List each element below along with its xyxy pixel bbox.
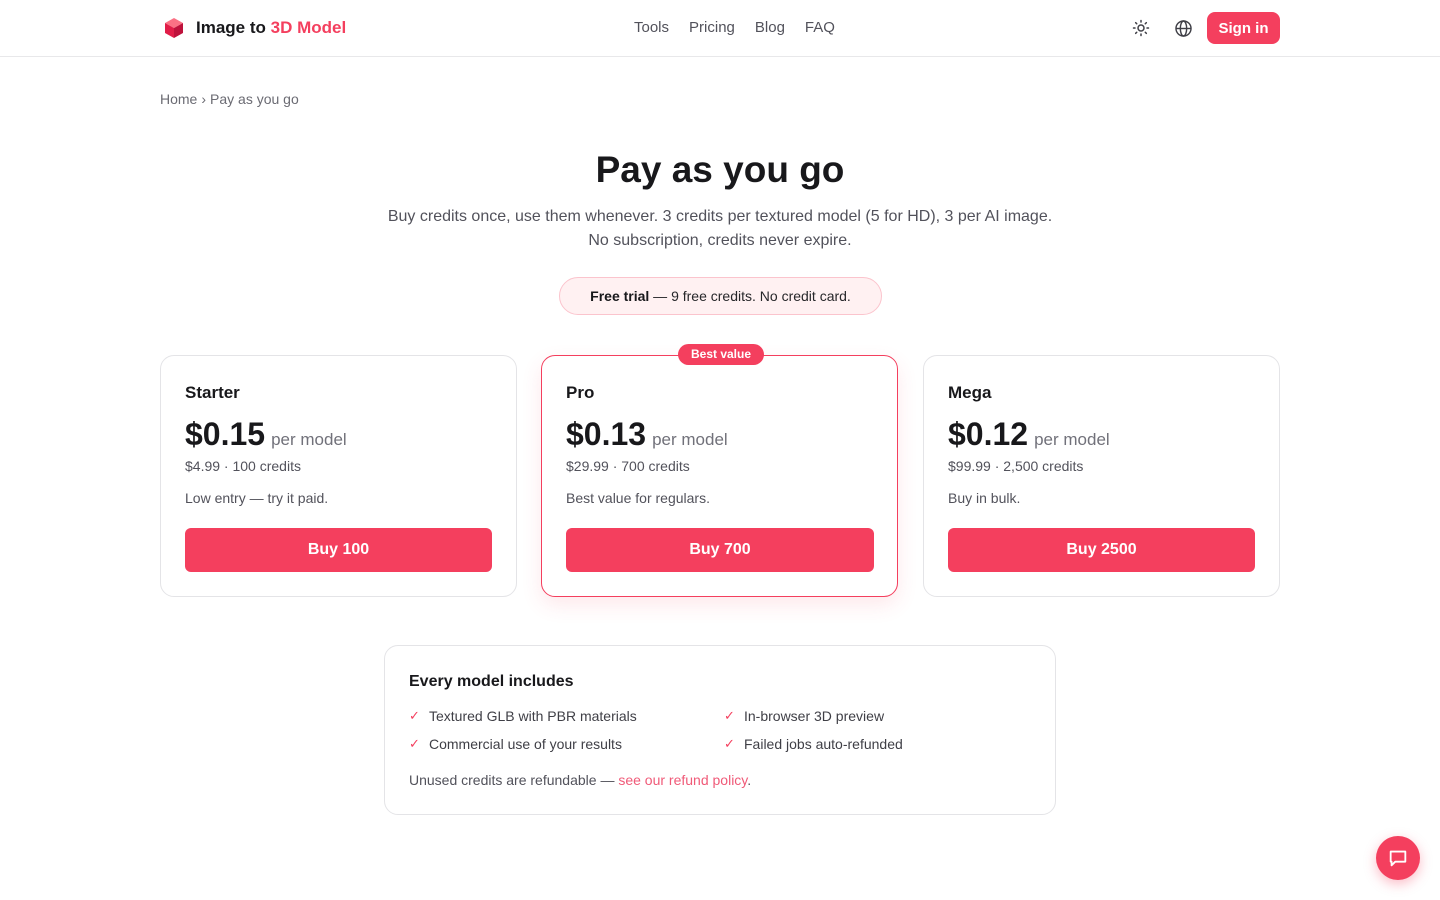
chat-bubble-icon: [1389, 850, 1407, 867]
feature-label: Commercial use of your results: [429, 736, 622, 752]
feature-item: ✓ In-browser 3D preview: [724, 707, 884, 725]
cube-logo-icon: [165, 18, 183, 38]
plan-price: $0.12: [948, 416, 1029, 452]
check-icon: ✓: [409, 736, 420, 751]
plan-meta: $99.99 · 2,500 credits: [948, 458, 1084, 474]
plan-meta: $29.99 · 700 credits: [566, 458, 690, 474]
best-value-badge: Best value: [678, 344, 764, 365]
includes-title: Every model includes: [409, 673, 574, 690]
plan-meta: $4.99 · 100 credits: [185, 458, 301, 474]
globe-icon: [1174, 19, 1192, 37]
brand-name: Image to 3D Model: [196, 16, 346, 40]
nav-blog[interactable]: Blog: [755, 18, 785, 38]
refund-note: Unused credits are refundable — see our …: [409, 771, 751, 789]
logo[interactable]: Image to 3D Model: [162, 16, 346, 40]
breadcrumb-home[interactable]: Home: [160, 91, 197, 107]
plan-price: $0.15: [185, 416, 266, 452]
brand-name-prefix: Image to: [196, 18, 266, 37]
plan-card-pro: Best value Pro $0.13 per model $29.99 · …: [541, 344, 898, 597]
free-trial-label: Free trial: [590, 288, 650, 304]
feature-label: Textured GLB with PBR materials: [429, 708, 637, 724]
language-selector[interactable]: [1172, 17, 1194, 39]
brand-name-accent: 3D Model: [270, 18, 347, 37]
plan-name: Starter: [185, 383, 240, 402]
check-icon: ✓: [724, 736, 735, 751]
buy-2500-button[interactable]: Buy 2500: [948, 528, 1255, 572]
price-row: $0.12 per model: [948, 414, 1110, 454]
price-unit: per model: [1034, 430, 1110, 449]
price-unit: per model: [271, 430, 347, 449]
chat-button[interactable]: [1376, 836, 1420, 880]
buy-100-button[interactable]: Buy 100: [185, 528, 492, 572]
nav-faq[interactable]: FAQ: [805, 18, 835, 38]
sign-in-button[interactable]: Sign in: [1207, 12, 1280, 44]
breadcrumb-separator: ›: [201, 91, 207, 107]
price-row: $0.15 per model: [185, 414, 347, 454]
feature-label: In-browser 3D preview: [744, 708, 885, 724]
breadcrumb: Home › Pay as you go: [160, 90, 299, 108]
page-subtitle: Buy credits once, use them whenever. 3 c…: [387, 208, 1053, 249]
price-unit: per model: [652, 430, 728, 449]
buy-700-button[interactable]: Buy 700: [566, 528, 874, 572]
theme-toggle[interactable]: [1130, 17, 1152, 39]
feature-label: Failed jobs auto-refunded: [744, 736, 903, 752]
sun-icon: [1132, 19, 1150, 37]
nav-tools[interactable]: Tools: [634, 18, 669, 38]
price-row: $0.13 per model: [566, 414, 728, 454]
plan-name: Pro: [566, 383, 595, 402]
breadcrumb-current: Pay as you go: [210, 91, 299, 107]
refund-end: .: [747, 772, 752, 788]
feature-item: ✓ Textured GLB with PBR materials: [409, 707, 637, 725]
free-trial-pill: Free trial — 9 free credits. No credit c…: [559, 277, 882, 315]
plan-card-mega: Mega $0.12 per model $99.99 · 2,500 cred…: [923, 355, 1280, 597]
plan-name: Mega: [948, 383, 992, 402]
refund-text: Unused credits are refundable —: [409, 772, 619, 788]
check-icon: ✓: [724, 708, 735, 723]
plan-description: Low entry — try it paid.: [185, 490, 329, 506]
check-icon: ✓: [409, 708, 420, 723]
nav-pricing[interactable]: Pricing: [689, 18, 735, 38]
site-header: Image to 3D Model Tools Pricing Blog FAQ…: [0, 0, 1440, 57]
feature-item: ✓ Commercial use of your results: [409, 735, 622, 753]
free-trial-text: — 9 free credits. No credit card.: [649, 288, 851, 304]
main-nav: Tools Pricing Blog FAQ: [634, 18, 835, 38]
plan-description: Buy in bulk.: [948, 490, 1021, 506]
refund-policy-link[interactable]: see our refund policy: [618, 772, 747, 788]
page-title: Pay as you go: [595, 149, 845, 190]
includes-panel: Every model includes ✓ Textured GLB with …: [384, 645, 1056, 815]
plan-card-starter: Starter $0.15 per model $4.99 · 100 cred…: [160, 355, 517, 597]
plan-description: Best value for regulars.: [566, 490, 710, 506]
feature-item: ✓ Failed jobs auto-refunded: [724, 735, 903, 753]
plan-price: $0.13: [566, 416, 647, 452]
